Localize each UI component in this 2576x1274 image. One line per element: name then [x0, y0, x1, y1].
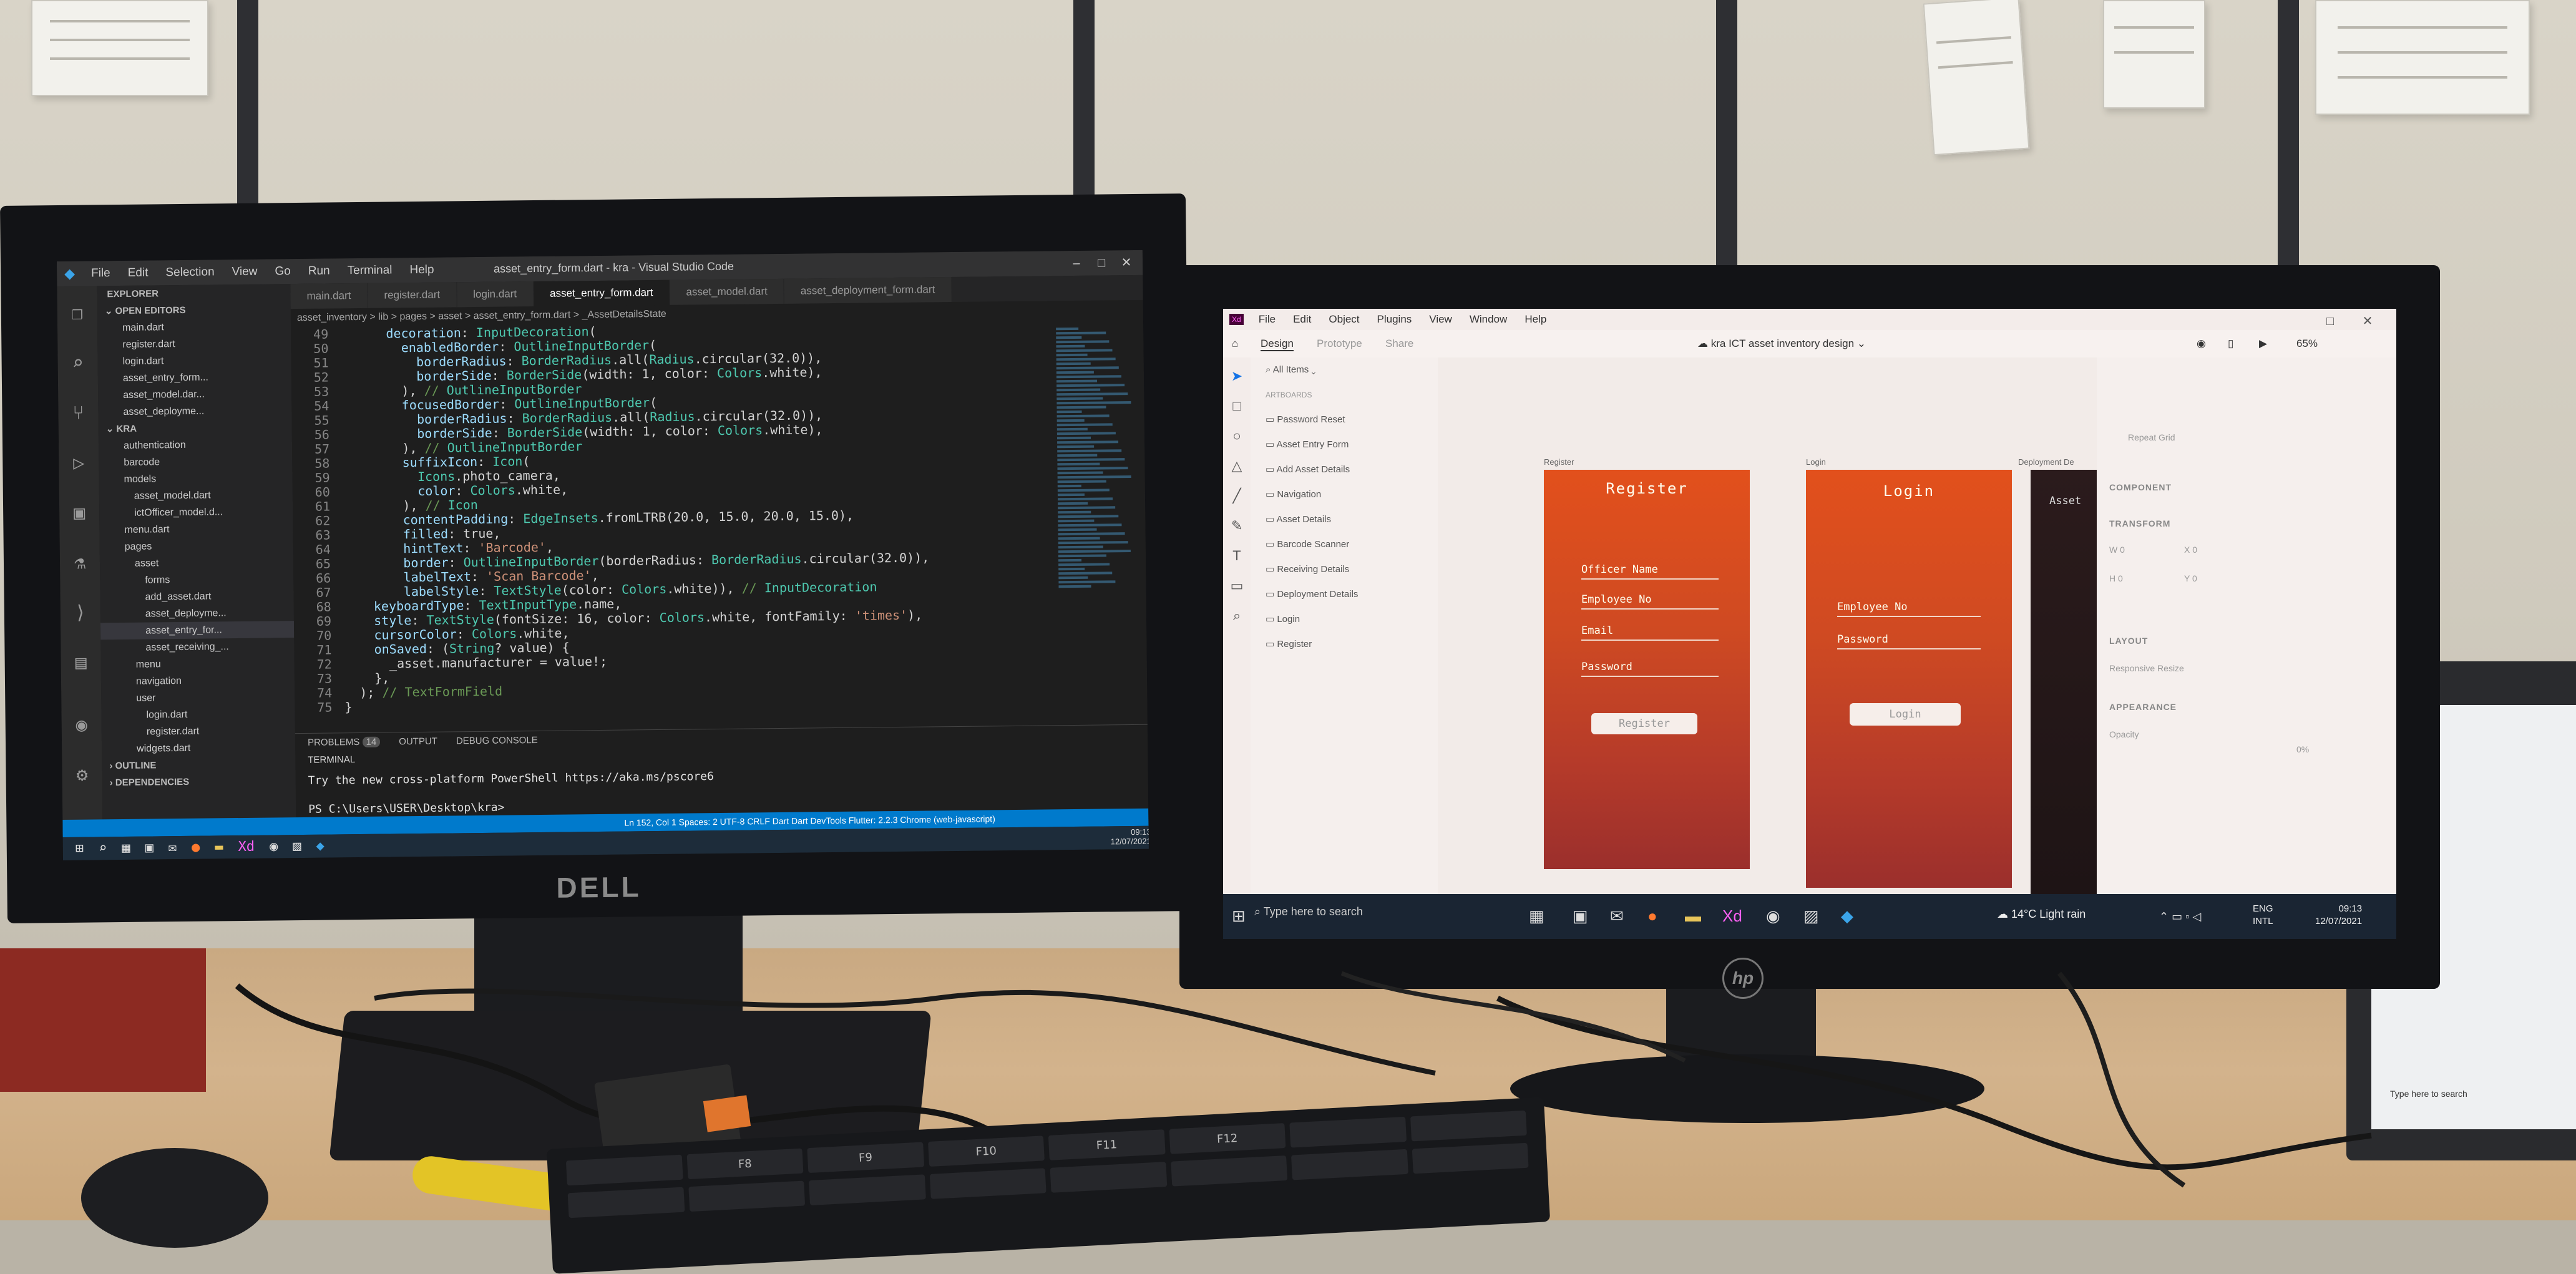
keyboard-key-f10: F10	[927, 1135, 1045, 1167]
keyboard-key	[1412, 1142, 1529, 1174]
sticker-label	[703, 1095, 751, 1132]
cables	[235, 971, 2372, 1188]
keyboard-key	[809, 1174, 926, 1206]
computer-mouse	[81, 1148, 268, 1248]
keyboard-key	[688, 1180, 806, 1212]
keyboard-key	[1050, 1162, 1167, 1193]
keyboard-key	[565, 1154, 683, 1186]
keyboard-key	[929, 1168, 1046, 1199]
keyboard-key-f11: F11	[1048, 1129, 1166, 1160]
keyboard-key-f9: F9	[807, 1142, 924, 1174]
keyboard-key	[1410, 1110, 1527, 1142]
keyboard-key	[567, 1187, 685, 1218]
keyboard-key-f8: F8	[686, 1148, 804, 1180]
keyboard-key	[1170, 1155, 1288, 1187]
keyboard-key	[1290, 1149, 1408, 1180]
keyboard-key-f12: F12	[1169, 1123, 1286, 1154]
keyboard-key	[1289, 1116, 1407, 1148]
